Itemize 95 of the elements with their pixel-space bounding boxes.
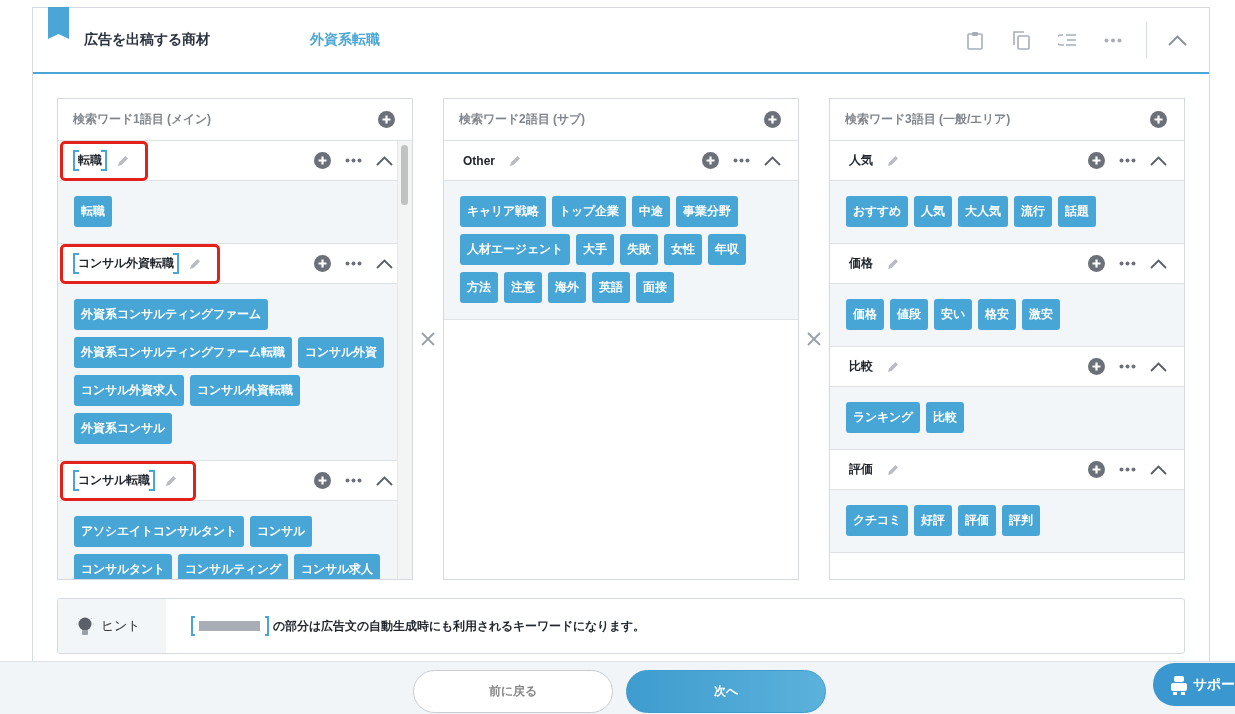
keyword-tag[interactable]: 安い xyxy=(934,299,972,330)
keyword-tag[interactable]: 失敗 xyxy=(620,234,658,265)
more-icon[interactable] xyxy=(733,158,750,163)
keyword-tag[interactable]: キャリア戦略 xyxy=(460,196,546,227)
keyword-tag[interactable]: コンサル外資求人 xyxy=(74,375,184,406)
add-icon[interactable] xyxy=(1088,152,1105,169)
keyword-tag[interactable]: 格安 xyxy=(978,299,1016,330)
more-icon[interactable] xyxy=(345,261,362,266)
hint-label: ヒント xyxy=(101,617,140,635)
group-name: 転職 xyxy=(73,150,107,171)
multiply-icon xyxy=(807,332,821,346)
keyword-tag[interactable]: コンサルタント xyxy=(74,554,172,579)
keyword-tag[interactable]: 値段 xyxy=(890,299,928,330)
keyword-tag[interactable]: 人材エージェント xyxy=(460,234,570,265)
more-icon[interactable] xyxy=(1119,158,1136,163)
group-name: 人気 xyxy=(848,152,874,169)
keyword-tag[interactable]: 大人気 xyxy=(958,196,1008,227)
add-icon[interactable] xyxy=(1088,255,1105,272)
selected-product: 外資系転職 xyxy=(310,31,380,49)
keyword-tag[interactable]: 流行 xyxy=(1014,196,1052,227)
keyword-tag[interactable]: 中途 xyxy=(632,196,670,227)
group-name: Other xyxy=(462,152,496,169)
keyword-tag[interactable]: トップ企業 xyxy=(552,196,626,227)
add-icon[interactable] xyxy=(1088,461,1105,478)
group-name: コンサル外資転職 xyxy=(73,253,179,274)
keyword-tag[interactable]: 価格 xyxy=(846,299,884,330)
keyword-tag[interactable]: 海外 xyxy=(548,272,586,303)
collapse-icon[interactable] xyxy=(1150,155,1167,166)
keyword-tag[interactable]: 大手 xyxy=(576,234,614,265)
keyword-tag[interactable]: 話題 xyxy=(1058,196,1096,227)
section-title: 広告を出稿する商材 xyxy=(84,31,211,49)
more-icon[interactable] xyxy=(1119,364,1136,369)
keyword-tag[interactable]: クチコミ xyxy=(846,505,908,536)
keyword-tag[interactable]: アソシエイトコンサルタント xyxy=(74,516,244,547)
keyword-tag[interactable]: 好評 xyxy=(914,505,952,536)
more-icon[interactable] xyxy=(345,478,362,483)
multiply-icon xyxy=(421,332,435,346)
keyword-tag[interactable]: 方法 xyxy=(460,272,498,303)
group-name: コンサル転職 xyxy=(73,470,155,491)
keyword-tag[interactable]: 女性 xyxy=(664,234,702,265)
collapse-icon[interactable] xyxy=(1150,258,1167,269)
keyword-tag[interactable]: コンサル求人 xyxy=(294,554,380,579)
clipboard-icon[interactable] xyxy=(967,30,983,50)
column-title: 検索ワード3語目 (一般/エリア) xyxy=(845,111,1011,128)
keyword-tag[interactable]: コンサル外資転職 xyxy=(190,375,300,406)
back-button[interactable]: 前に戻る xyxy=(412,670,613,713)
add-icon[interactable] xyxy=(314,472,331,489)
robot-icon xyxy=(1169,674,1189,695)
keyword-tag[interactable]: 事業分野 xyxy=(676,196,738,227)
lightbulb-icon xyxy=(75,615,95,637)
hint-text: の部分は広告文の自動生成時にも利用されるキーワードになります。 xyxy=(273,618,645,634)
add-icon[interactable] xyxy=(702,152,719,169)
keyword-tag[interactable]: 人気 xyxy=(914,196,952,227)
collapse-icon[interactable] xyxy=(764,155,781,166)
keyword-tag[interactable]: 注意 xyxy=(504,272,542,303)
next-button[interactable]: 次へ xyxy=(625,670,826,713)
support-button[interactable]: サポー xyxy=(1153,663,1235,706)
keyword-tag[interactable]: 評判 xyxy=(1002,505,1040,536)
keyword-tag[interactable]: 年収 xyxy=(708,234,746,265)
add-icon[interactable] xyxy=(764,111,781,128)
keyword-tag[interactable]: 転職 xyxy=(74,196,112,227)
scrollbar[interactable] xyxy=(397,141,412,579)
keyword-tag[interactable]: コンサル外資 xyxy=(298,337,384,368)
add-icon[interactable] xyxy=(314,255,331,272)
keyword-tag[interactable]: おすすめ xyxy=(846,196,908,227)
keyword-tag[interactable]: コンサル xyxy=(250,516,312,547)
keyword-tag[interactable]: 評価 xyxy=(958,505,996,536)
collapse-icon[interactable] xyxy=(376,258,393,269)
column-title: 検索ワード1語目 (メイン) xyxy=(73,111,211,128)
keyword-tag[interactable]: 英語 xyxy=(592,272,630,303)
collapse-icon[interactable] xyxy=(376,475,393,486)
add-icon[interactable] xyxy=(378,111,395,128)
keyword-tag[interactable]: 面接 xyxy=(636,272,674,303)
collapse-icon[interactable] xyxy=(376,155,393,166)
collapse-icon[interactable] xyxy=(1150,361,1167,372)
more-icon[interactable] xyxy=(1119,261,1136,266)
add-icon[interactable] xyxy=(314,152,331,169)
collapse-icon[interactable] xyxy=(1150,464,1167,475)
keyword-tag[interactable]: コンサルティング xyxy=(178,554,288,579)
group-name: 比較 xyxy=(848,358,874,375)
add-icon[interactable] xyxy=(1150,111,1167,128)
keyword-tag[interactable]: 激安 xyxy=(1022,299,1060,330)
group-name: 価格 xyxy=(848,255,874,272)
more-icon[interactable] xyxy=(345,158,362,163)
collapse-icon[interactable] xyxy=(1167,34,1187,46)
add-icon[interactable] xyxy=(1088,358,1105,375)
more-icon[interactable] xyxy=(1119,467,1136,472)
keyword-tag[interactable]: 外資系コンサルティングファーム xyxy=(74,299,268,330)
group-name: 評価 xyxy=(848,461,874,478)
bookmark-icon xyxy=(48,7,69,39)
column-title: 検索ワード2語目 (サブ) xyxy=(459,111,585,128)
keyword-tag[interactable]: 比較 xyxy=(926,402,964,433)
keyword-tag[interactable]: 外資系コンサルティングファーム転職 xyxy=(74,337,292,368)
keyword-tag[interactable]: 外資系コンサル xyxy=(74,413,172,444)
keyword-tag[interactable]: ランキング xyxy=(846,402,920,433)
